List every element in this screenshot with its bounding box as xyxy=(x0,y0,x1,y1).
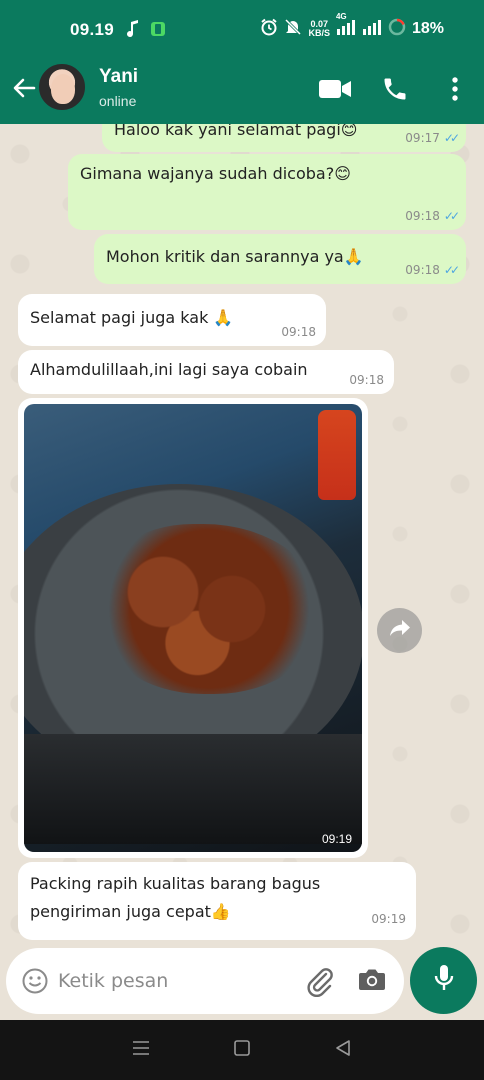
contact-status: online xyxy=(99,93,137,109)
more-vert-icon[interactable] xyxy=(438,72,472,106)
home-icon[interactable] xyxy=(233,1039,251,1062)
message-outgoing[interactable]: Gimana wajanya sudah dicoba?😊 09:18 ✓✓ xyxy=(68,154,466,230)
read-ticks-icon: ✓✓ xyxy=(443,209,460,223)
navigation-bar xyxy=(0,1020,484,1080)
message-incoming[interactable]: Alhamdulillaah,ini lagi saya cobain 09:1… xyxy=(18,350,394,394)
back-nav-icon[interactable] xyxy=(334,1039,352,1062)
status-bar: 09.19 0.07 KB/S 4G 18% xyxy=(0,0,484,62)
alarm-icon xyxy=(260,18,278,40)
chat-header: Yani online xyxy=(0,62,484,124)
signal-4g-icon: 4G xyxy=(336,12,356,39)
read-ticks-icon: ✓✓ xyxy=(443,131,460,145)
app-notification-icon xyxy=(150,21,166,42)
status-time: 09.19 xyxy=(70,20,115,39)
avatar[interactable] xyxy=(38,63,86,111)
mute-icon xyxy=(284,18,302,40)
forward-icon xyxy=(389,619,411,642)
chat-area[interactable]: Haloo kak yani selamat pagi😊 09:17 ✓✓ Gim… xyxy=(0,124,484,950)
music-note-icon xyxy=(126,20,140,43)
message-input[interactable] xyxy=(58,966,278,996)
video-call-icon[interactable] xyxy=(318,72,352,106)
food-photo[interactable]: 09:19 xyxy=(24,404,362,852)
read-ticks-icon: ✓✓ xyxy=(443,263,460,277)
contact-name[interactable]: Yani xyxy=(99,66,138,88)
back-arrow-icon[interactable] xyxy=(10,74,38,102)
signal-icon xyxy=(362,19,382,39)
message-outgoing[interactable]: Mohon kritik dan sarannya ya🙏 09:18 ✓✓ xyxy=(94,234,466,284)
message-incoming[interactable]: Packing rapih kualitas barang bagus peng… xyxy=(18,862,416,940)
battery-icon xyxy=(388,18,406,40)
message-image[interactable]: 09:19 xyxy=(18,398,368,858)
emoji-icon[interactable] xyxy=(22,968,48,999)
camera-icon[interactable] xyxy=(358,966,386,997)
mic-icon xyxy=(433,963,455,998)
net-speed: 0.07 KB/S xyxy=(308,19,330,38)
menu-icon[interactable] xyxy=(132,1040,150,1061)
battery-percent: 18% xyxy=(411,20,444,37)
message-composer xyxy=(6,948,404,1014)
phone-icon[interactable] xyxy=(378,72,412,106)
forward-button[interactable] xyxy=(377,608,422,653)
message-incoming[interactable]: Selamat pagi juga kak 🙏 09:18 xyxy=(18,294,326,346)
attach-icon[interactable] xyxy=(304,965,336,1002)
mic-button[interactable] xyxy=(410,947,477,1014)
message-outgoing[interactable]: Haloo kak yani selamat pagi😊 09:17 ✓✓ xyxy=(102,124,466,152)
